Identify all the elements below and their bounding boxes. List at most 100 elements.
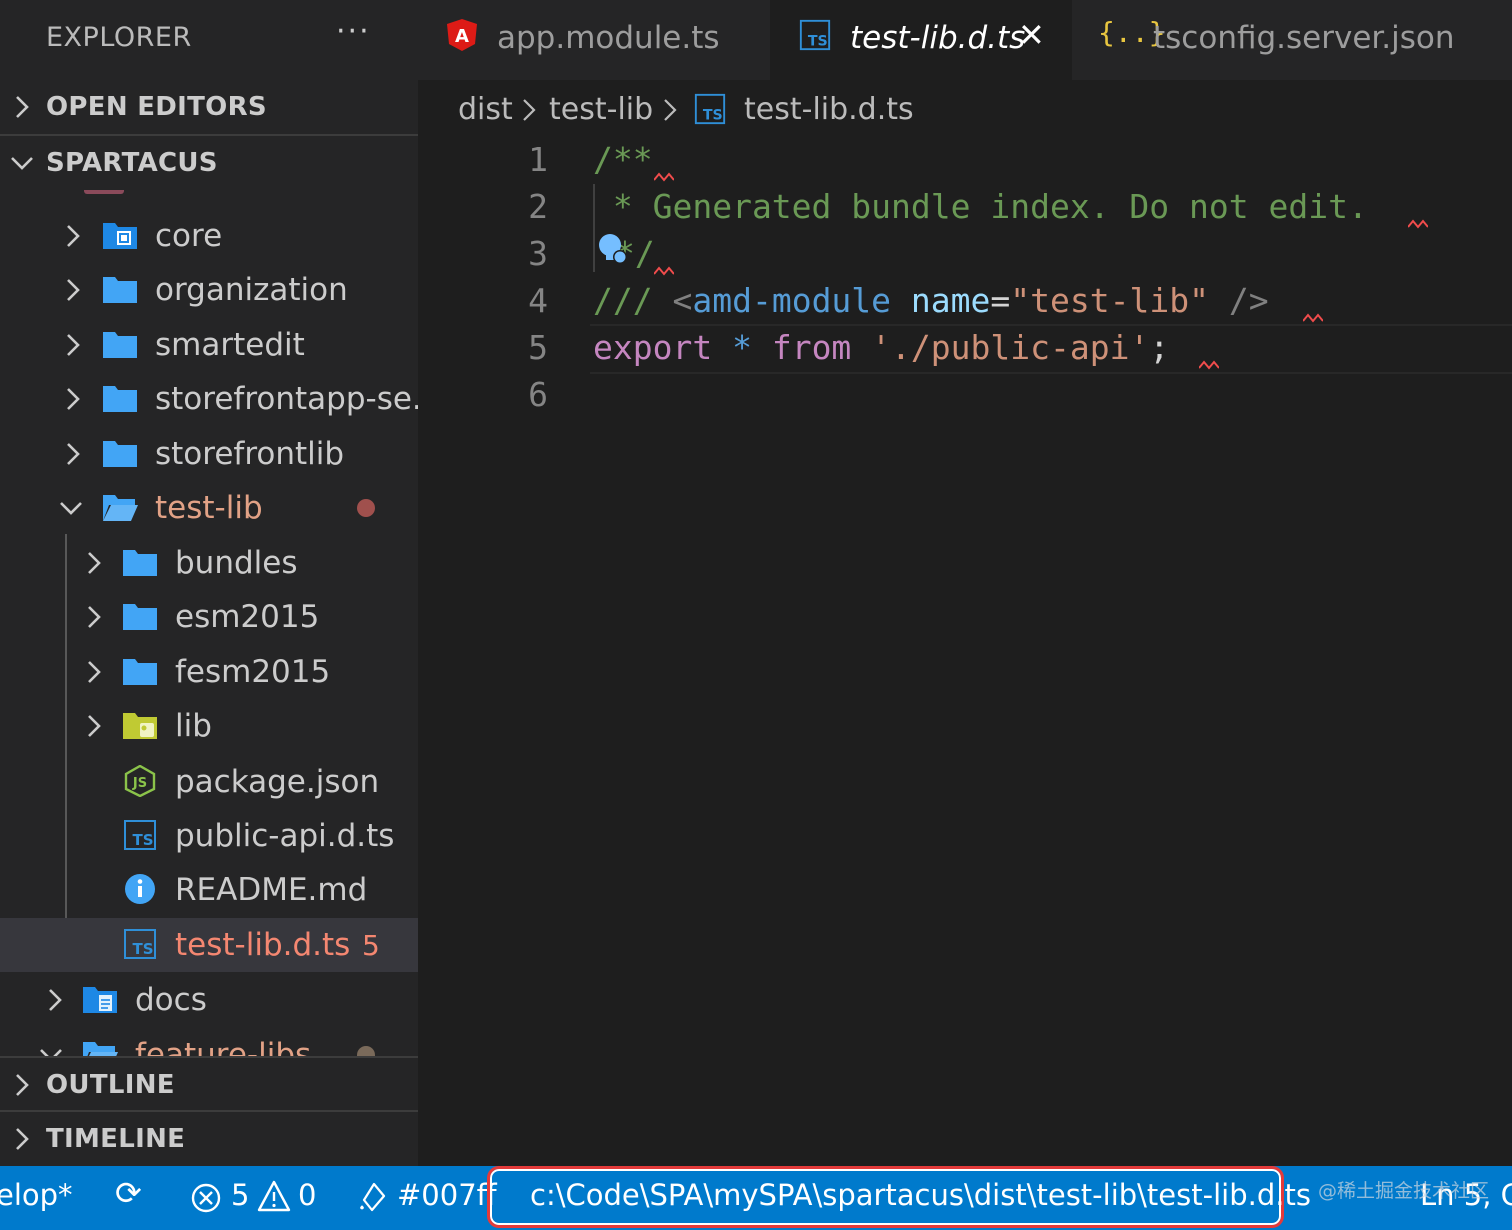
tree-item-lib[interactable]: lib [0,699,418,753]
line-number: 1 [528,140,548,179]
error-icon [191,1183,221,1213]
code-line-2: * Generated bundle index. Do not edit. [593,187,1368,226]
code-editor[interactable]: 1 2 3 4 5 6 /** * Generated bundle index… [418,140,1512,1166]
folder-icon [123,604,157,630]
tree-item-esm2015[interactable]: esm2015 [0,590,418,644]
tree-item-label: lib [175,708,212,744]
more-actions-button[interactable]: ··· [336,14,371,49]
folder-dist-icon [84,190,124,194]
folder-open-icon [83,1042,118,1056]
warning-icon [257,1180,291,1212]
code-punctuation: ; [1149,328,1170,367]
chevron-right-icon [16,96,29,118]
tree-item-label: test-lib.d.ts [175,927,351,963]
tree-item-readme[interactable]: README.md [0,863,418,917]
folder-icon [123,550,157,576]
code-string: "test-lib" [1010,281,1209,320]
editor-tab-bar: A app.module.ts TS test-lib.d.ts ✕ {..} … [418,0,1512,80]
tree-item-feature-libs[interactable]: feature-libs [0,1028,418,1056]
code-tag: amd-module [692,281,892,320]
timeline-section[interactable]: TIMELINE [0,1112,418,1166]
tree-item-public-api[interactable]: TS public-api.d.ts [0,809,418,863]
workspace-section[interactable]: SPARTACUS [0,136,418,190]
code-attribute: name [891,281,991,320]
code-keyword: from [771,328,852,367]
code-line-5: export * from './public-api'; [593,328,1169,367]
tree-item-bundles[interactable]: bundles [0,536,418,590]
warning-count[interactable]: 0 [298,1178,316,1212]
code-equals: = [990,281,1011,320]
tree-item-storefrontlib[interactable]: storefrontlib [0,427,418,481]
tab-label: app.module.ts [497,20,720,56]
explorer-sidebar: EXPLORER ··· OPEN EDITORS SPARTACUS core… [0,0,418,1166]
outline-section[interactable]: OUTLINE [0,1058,418,1112]
tree-item-label: esm2015 [175,599,320,635]
chevron-down-icon [11,157,33,170]
nodejs-icon: JS [124,765,156,797]
chevron-right-icon [16,1074,29,1096]
chevron-right-icon [67,279,80,301]
tree-item-label: README.md [175,872,368,908]
tab-test-lib-dts[interactable]: TS test-lib.d.ts ✕ [770,0,1072,80]
error-count[interactable]: 5 [231,1178,249,1212]
sync-icon[interactable]: ⟳ [115,1174,142,1212]
tree-item-test-lib-dts[interactable]: TS test-lib.d.ts 5 [0,918,418,972]
tree-item-package-json[interactable]: JS package.json [0,755,418,809]
code-comment: /// [593,281,653,320]
tree-item-docs[interactable]: docs [0,973,418,1027]
file-tree: core organization smartedit storefrontap… [0,190,418,1056]
folder-icon [103,277,137,303]
chevron-right-icon [67,443,80,465]
tree-item-fesm2015[interactable]: fesm2015 [0,645,418,699]
status-bar: elop* ⟳ 5 0 #007ff c:\Code\SPA\mySPA\spa… [0,1166,1512,1230]
breadcrumb: dist test-lib TS test-lib.d.ts [418,80,1512,140]
line-number: 2 [528,187,548,226]
svg-text:TS: TS [808,33,828,49]
lightbulb-icon[interactable] [596,232,630,266]
open-editors-section[interactable]: OPEN EDITORS [0,80,418,134]
tree-item-label: test-lib [155,490,263,526]
color-value[interactable]: #007ff [397,1178,497,1212]
breadcrumb-item[interactable]: test-lib [549,92,653,127]
tree-item-label: fesm2015 [175,654,331,690]
timeline-label: TIMELINE [46,1124,186,1154]
error-squiggle [654,172,674,182]
line-number: 4 [528,281,548,320]
tree-item-label: storefrontapp-se... [155,381,418,417]
line-number: 3 [528,234,548,273]
error-squiggle [1303,313,1323,323]
code-operator: * [712,328,772,367]
typescript-icon: TS [799,19,831,51]
code-keyword: export [593,328,713,367]
tree-item-label: package.json [175,764,380,800]
folder-core-icon [103,223,137,249]
tree-item-label: feature-libs [135,1037,312,1056]
error-squiggle [1199,360,1219,370]
modified-dot [357,1046,375,1056]
svg-text:TS: TS [132,831,153,849]
code-string: './public-api' [851,328,1150,367]
code-line-4: /// <amd-module name="test-lib" /> [593,281,1269,320]
error-squiggle [654,266,674,276]
info-icon [125,874,155,904]
breadcrumb-item[interactable]: test-lib.d.ts [744,92,914,127]
svg-text:TS: TS [132,940,153,958]
svg-text:TS: TS [703,107,723,123]
file-path[interactable]: c:\Code\SPA\mySPA\spartacus\dist\test-li… [530,1178,1311,1212]
tree-item-storefrontapp[interactable]: storefrontapp-se... [0,372,418,426]
git-branch[interactable]: elop* [0,1178,73,1212]
tree-item-label: docs [135,982,207,1018]
folder-docs-icon [83,987,117,1013]
angular-icon: A [447,19,477,51]
tab-app-module[interactable]: A app.module.ts [418,0,770,80]
tree-item-organization[interactable]: organization [0,263,418,317]
close-icon[interactable]: ✕ [1018,16,1045,54]
breadcrumb-item[interactable]: dist [458,92,513,127]
folder-icon [103,441,137,467]
tree-item-test-lib[interactable]: test-lib [0,481,418,535]
tab-tsconfig-server[interactable]: {..} tsconfig.server.json [1076,0,1512,80]
tree-item-core[interactable]: core [0,209,418,263]
tree-item-smartedit[interactable]: smartedit [0,318,418,372]
chevron-down-icon [60,502,82,515]
chevron-right-icon [67,225,80,247]
